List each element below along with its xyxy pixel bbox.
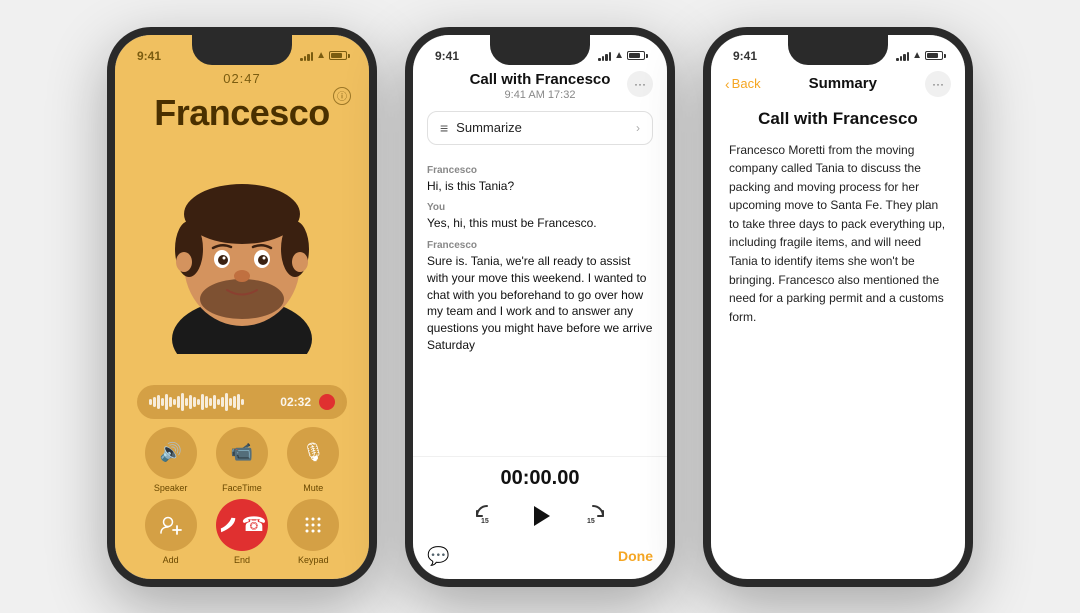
more-options-button-2[interactable]: ··· [627, 71, 653, 97]
phone-active-call: 9:41 ▲ 02:47 ⓘ Francesco [107, 27, 377, 587]
call-controls-row1: 🔊 Speaker 📹 FaceTime 🎙 Mute [115, 427, 369, 493]
end-label: End [234, 555, 250, 565]
waveform [149, 393, 272, 411]
keypad-button[interactable]: Keypad [287, 499, 339, 565]
end-call-button[interactable]: ☎ End [216, 499, 268, 565]
summary-nav-title: Summary [809, 75, 877, 92]
status-bar-3: 9:41 ▲ [711, 35, 965, 67]
status-bar-1: 9:41 ▲ [115, 35, 369, 67]
call-controls-row2: Add ☎ End [115, 499, 369, 565]
battery-icon-1 [329, 51, 347, 60]
recording-bar: 02:32 [137, 385, 347, 419]
summary-body-text: Francesco Moretti from the moving compan… [729, 141, 947, 327]
speaker-button[interactable]: 🔊 Speaker [145, 427, 197, 493]
transcript-footer-icon: 💬 [427, 546, 449, 567]
transcript-title: Call with Francesco [453, 71, 627, 88]
speaker-1: Francesco [427, 165, 653, 176]
add-icon [160, 514, 182, 536]
svg-text:15: 15 [587, 518, 595, 525]
summarize-icon: ≡ [440, 120, 448, 136]
skip-forward-button[interactable]: 15 [578, 501, 608, 531]
summary-nav: ‹ Back Summary ··· [711, 67, 965, 105]
playback-time: 00:00.00 [501, 467, 580, 490]
battery-icon-2 [627, 51, 645, 60]
signal-icon-2 [598, 51, 611, 61]
summarize-row[interactable]: ≡ Summarize › [427, 111, 653, 145]
back-label: Back [732, 76, 761, 91]
battery-icon-3 [925, 51, 943, 60]
phone-transcript: 9:41 ▲ Call with Francesco 9:41 AM 17:32… [405, 27, 675, 587]
message-3: Sure is. Tania, we're all ready to assis… [427, 253, 653, 354]
facetime-label: FaceTime [222, 483, 262, 493]
transcript-header: Call with Francesco 9:41 AM 17:32 ··· [413, 67, 667, 107]
wifi-icon-2: ▲ [614, 50, 624, 61]
facetime-button[interactable]: 📹 FaceTime [216, 427, 268, 493]
keypad-icon [303, 515, 323, 535]
add-button[interactable]: Add [145, 499, 197, 565]
keypad-label: Keypad [298, 555, 329, 565]
speaker-label: Speaker [154, 483, 188, 493]
phone-summary: 9:41 ▲ ‹ Back Summary ··· Call with F [703, 27, 973, 587]
signal-icon-3 [896, 51, 909, 61]
summary-call-title: Call with Francesco [729, 109, 947, 129]
summary-content: Call with Francesco Francesco Moretti fr… [711, 105, 965, 579]
wifi-icon-1: ▲ [316, 50, 326, 61]
chevron-right-icon: › [636, 121, 640, 135]
back-chevron-icon: ‹ [725, 76, 730, 92]
message-2: Yes, hi, this must be Francesco. [427, 215, 653, 232]
player-controls: 15 15 [472, 498, 608, 534]
transcript-footer: 💬 Done [413, 540, 667, 579]
status-bar-2: 9:41 ▲ [413, 35, 667, 67]
more-options-button-3[interactable]: ··· [925, 71, 951, 97]
mute-button[interactable]: 🎙 Mute [287, 427, 339, 493]
status-icons-3: ▲ [896, 50, 943, 61]
play-icon [524, 500, 556, 532]
end-call-icon [218, 513, 242, 537]
add-label: Add [163, 555, 179, 565]
mute-label: Mute [303, 483, 323, 493]
wifi-icon-3: ▲ [912, 50, 922, 61]
transcript-body: Francesco Hi, is this Tania? You Yes, hi… [413, 153, 667, 456]
avatar-area [115, 124, 369, 385]
message-1: Hi, is this Tania? [427, 178, 653, 195]
skip-back-button[interactable]: 15 [472, 501, 502, 531]
info-icon[interactable]: ⓘ [333, 87, 351, 105]
rec-timer: 02:32 [280, 395, 311, 409]
transcript-date: 9:41 AM 17:32 [453, 89, 627, 101]
svg-text:15: 15 [481, 518, 489, 525]
back-button[interactable]: ‹ Back [725, 76, 761, 92]
speaker-2: You [427, 202, 653, 213]
player-area: 00:00.00 15 [413, 456, 667, 540]
play-button[interactable] [522, 498, 558, 534]
done-button[interactable]: Done [618, 548, 653, 564]
speaker-3: Francesco [427, 240, 653, 251]
status-icons-1: ▲ [300, 50, 347, 61]
rec-dot [319, 394, 335, 410]
status-time-3: 9:41 [733, 49, 757, 63]
signal-icon-1 [300, 51, 313, 61]
status-time-1: 9:41 [137, 49, 161, 63]
summarize-label: Summarize [456, 120, 522, 135]
call-timer: 02:47 [115, 71, 369, 86]
status-time-2: 9:41 [435, 49, 459, 63]
status-icons-2: ▲ [598, 50, 645, 61]
memoji-avatar [147, 154, 337, 354]
